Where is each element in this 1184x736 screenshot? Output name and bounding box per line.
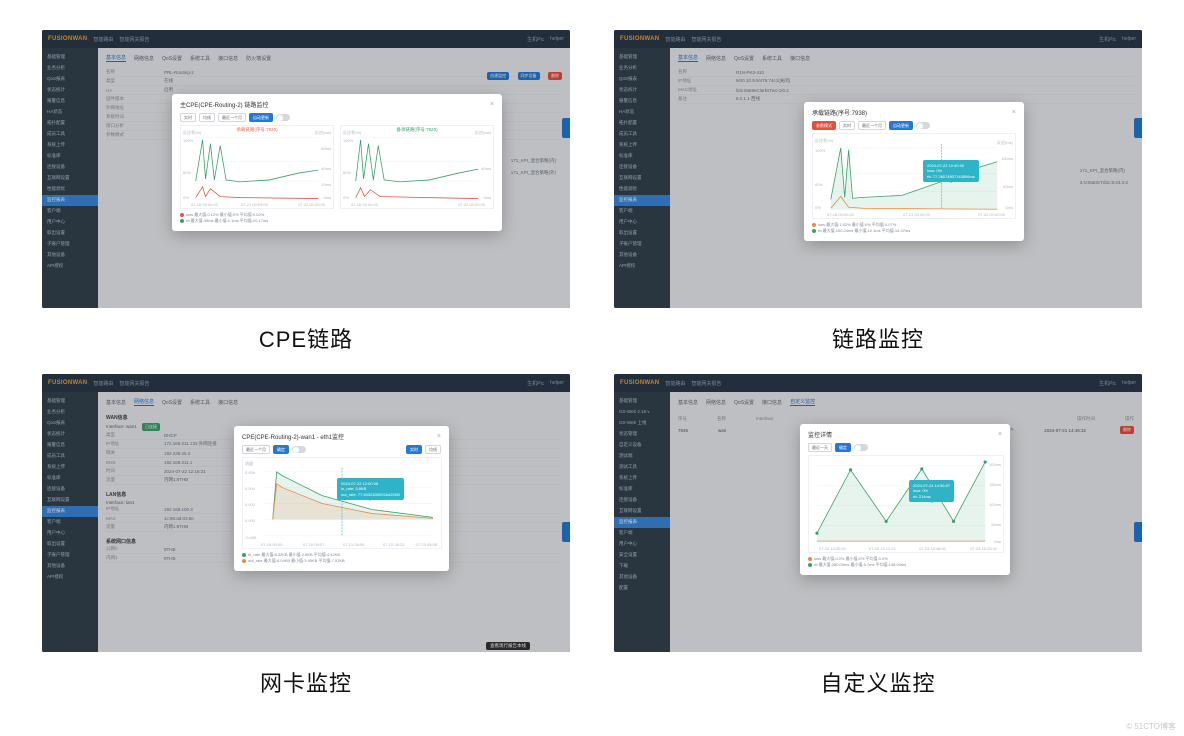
btn-refresh[interactable]: 自动更新 <box>249 113 273 122</box>
screenshot-link-monitor: FUSIONWAN 智能路由 智能网关报告 生机Pic helper 基础管理业… <box>614 30 1142 308</box>
cell-custom-monitor: FUSIONWAN 智能路由智能网关报告 生机Pichelper 基础管理 GS… <box>612 374 1144 698</box>
chart-br: 200ms 150ms 100ms 50ms 0ms 07-24 14:30:5… <box>808 455 1004 553</box>
caption-tl: CPE链路 <box>259 322 353 354</box>
switch-toggle[interactable] <box>916 122 930 129</box>
chart-tl-left: 承载链路(序号:7920) 反应率(%) 100% 60% 0% 反应(ms) … <box>180 125 334 209</box>
switch-toggle[interactable] <box>292 446 306 453</box>
chart-tooltip: 2024-07-24 14:56:07 loss: 0% rtt: 214ms <box>909 480 954 502</box>
range-select[interactable]: 最近一个月 <box>218 113 246 122</box>
screenshot-custom-monitor: FUSIONWAN 智能路由智能网关报告 生机Pichelper 基础管理 GS… <box>614 374 1142 652</box>
chart-bl: 流量 0.006 0.004 0.002 0.000 -0.006 07-18 … <box>242 457 442 549</box>
caption-tr: 链路监控 <box>832 322 924 354</box>
modal-custom-monitor: 监控详情 × 最近一天 确定 200ms 150ms 100ms 50ms 0m… <box>800 424 1010 575</box>
screenshot-nic-monitor: FUSIONWAN 智能路由智能网关报告 生机Pichelper 基础管理业务分… <box>42 374 570 652</box>
switch-toggle[interactable] <box>276 114 290 121</box>
chart-tr: 反应率(%) 100% 60% 0% 反应(ms) 100ms 40ms 0ms… <box>812 133 1016 219</box>
close-icon[interactable]: × <box>998 431 1002 438</box>
close-icon[interactable]: × <box>437 433 441 440</box>
close-icon[interactable]: × <box>1012 109 1016 116</box>
cell-nic-monitor: FUSIONWAN 智能路由智能网关报告 生机Pichelper 基础管理业务分… <box>40 374 572 698</box>
switch-toggle[interactable] <box>854 444 868 451</box>
cell-cpe-link: FUSIONWAN 智能路由 智能网关报告 生机Pic helper 基础管理 … <box>40 30 572 354</box>
chart-tl-right: 备承链路(序号:7920) 反应率(%) 100% 60% 0% 反应(ms) … <box>340 125 494 209</box>
pill-rt[interactable]: 实时 <box>180 113 196 122</box>
cell-link-monitor: FUSIONWAN 智能路由 智能网关报告 生机Pic helper 基础管理业… <box>612 30 1144 354</box>
caption-bl: 网卡监控 <box>260 666 352 698</box>
screenshot-cpe-link: FUSIONWAN 智能路由 智能网关报告 生机Pic helper 基础管理 … <box>42 30 570 308</box>
caption-br: 自定义监控 <box>820 666 935 698</box>
chart-tooltip: 2024-07-22 12:00:05 in_rate: 5.8KB out_r… <box>337 478 404 500</box>
pill-avg[interactable]: 均线 <box>199 113 215 122</box>
modal-cpe-link: 主CPE(CPE-Routing-2) 链路监控 × 实时 均线 最近一个月 自… <box>172 94 502 231</box>
close-icon[interactable]: × <box>490 101 494 108</box>
chart-tooltip: 2024-07-22 10:40:00 loss: 0% rtt: 77.280… <box>923 160 979 182</box>
modal-nic-monitor: CPE(CPE-Routing-2)-wan1 - eth1监控 × 最近一个月… <box>234 426 449 571</box>
modal-title: 主CPE(CPE-Routing-2) 链路监控 <box>180 100 268 109</box>
modal-link-monitor: 承载链路(序号:7938) × 参数模式 实时 最近一个月 自动更新 反应率(%… <box>804 102 1024 241</box>
watermark: © 51CTO博客 <box>1126 721 1176 732</box>
